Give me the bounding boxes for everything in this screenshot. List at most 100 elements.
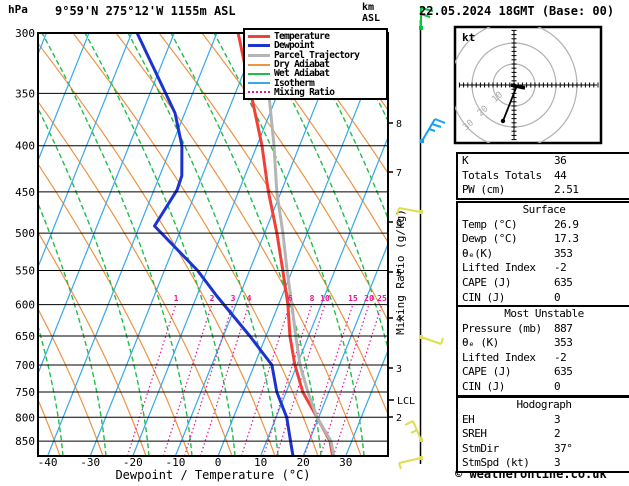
row-value: -2	[554, 350, 567, 364]
row-value: 0	[554, 379, 561, 393]
pressure-tick-label: 650	[15, 330, 35, 343]
mixing-ratio-axis-title: Mixing Ratio (g/kg)	[394, 209, 407, 335]
pressure-tick-label: 450	[15, 186, 35, 199]
isotherm-line	[89, 33, 260, 456]
pressure-tick-label: 300	[15, 27, 35, 40]
row-label: K	[462, 154, 469, 167]
station-title: 9°59'N 275°12'W 1155m ASL	[55, 4, 236, 18]
wind-barb	[404, 420, 414, 426]
row-value: 887	[554, 321, 573, 335]
legend-line-sample	[248, 91, 270, 94]
mixing-ratio-label: 20	[364, 294, 374, 303]
legend-item: Mixing Ratio	[248, 87, 384, 98]
row-value: 17.3	[554, 232, 579, 246]
legend-line-sample	[248, 82, 270, 85]
temp-tick-label: -30	[80, 456, 100, 469]
pressure-unit-label: hPa	[8, 3, 28, 16]
row-label: CIN (J)	[462, 379, 505, 393]
isotherm-line	[0, 33, 4, 456]
table-row: PW (cm) 2.51	[458, 183, 629, 198]
indices-table: K 36 Totals Totals 44 PW (cm) 2.51	[456, 152, 629, 200]
table-header: Most Unstable	[504, 307, 584, 320]
legend-line-sample	[248, 35, 270, 39]
row-value: 635	[554, 275, 573, 289]
temp-tick-label: 30	[339, 456, 352, 469]
datetime-label: 22.05.2024 18GMT (Base: 00)	[419, 4, 615, 18]
mixing-ratio-label: 4	[247, 294, 252, 303]
row-label: CAPE (J)	[462, 275, 511, 289]
pressure-tick-label: 500	[15, 227, 35, 240]
table-row: EH 3	[458, 413, 629, 428]
legend-line-sample	[248, 44, 270, 48]
table-row: StmDir 37°	[458, 442, 629, 457]
most-unstable-table: Most Unstable Pressure (mb) 887 θₑ (K) 353 L…	[456, 305, 629, 397]
legend-line-sample	[248, 63, 270, 66]
mixing-ratio-line	[126, 303, 177, 456]
table-row: CIN (J) 0	[458, 291, 629, 306]
temp-tick-label: -40	[38, 456, 58, 469]
wet-adiabat-line	[41, 33, 193, 456]
km-tick-label: 3	[396, 364, 402, 375]
table-row: SREH 2	[458, 427, 629, 442]
row-label: CIN (J)	[462, 290, 505, 304]
wind-barb-dot	[419, 438, 423, 442]
asl-label: ASL	[362, 13, 381, 24]
table-row: Dewp (°C) 17.3	[458, 232, 629, 247]
table-row: CIN (J) 0	[458, 380, 629, 395]
wind-barb	[420, 336, 442, 345]
table-row: Lifted Index -2	[458, 351, 629, 366]
table-row: CAPE (J) 635	[458, 276, 629, 291]
row-label: Temp (°C)	[462, 217, 518, 231]
row-label: Lifted Index	[462, 261, 536, 275]
wind-barb-dot	[419, 335, 423, 339]
row-value: 353	[554, 246, 573, 260]
mixing-ratio-label: 25	[377, 294, 387, 303]
km-asl-axis-title: km ASL	[362, 2, 380, 24]
legend-item: Temperature	[248, 31, 384, 42]
surface-table: Surface Temp (°C) 26.9 Dewp (°C) 17.3 θₑ(K) 3…	[456, 201, 629, 308]
row-value: 0	[554, 290, 561, 304]
row-label: Totals Totals	[462, 168, 542, 182]
table-row: θₑ(K) 353	[458, 247, 629, 262]
row-value: 353	[554, 336, 573, 350]
wind-barb	[440, 337, 444, 345]
mixing-ratio-label: 2	[210, 294, 215, 303]
table-header: Surface	[522, 203, 566, 216]
mixing-ratio-label: 15	[348, 294, 358, 303]
x-axis-title: Dewpoint / Temperature (°C)	[115, 468, 310, 482]
km-label: km	[362, 2, 375, 13]
hodograph-origin-dot	[511, 83, 517, 88]
pressure-tick-label: 550	[15, 264, 35, 277]
isotherm-line	[47, 33, 218, 456]
row-value: 635	[554, 365, 573, 379]
table-row: Totals Totals 44	[458, 169, 629, 184]
hodograph-trace-endpoint	[500, 118, 506, 124]
wind-barb	[434, 118, 446, 124]
mixing-ratio-label: 10	[320, 294, 330, 303]
row-value: -2	[554, 261, 567, 275]
row-value: 2.51	[554, 183, 579, 197]
wind-barb-dot	[419, 456, 423, 460]
mixing-ratio-line	[162, 303, 213, 456]
row-label: CAPE (J)	[462, 365, 511, 379]
legend-line-sample	[248, 72, 270, 75]
mixing-ratio-label: 1	[174, 294, 179, 303]
km-tick-label: 2	[396, 413, 402, 424]
table-row: θₑ (K) 353	[458, 336, 629, 351]
pressure-tick-label: 600	[15, 299, 35, 312]
dry-adiabat-line	[38, 42, 276, 456]
legend-item: Wet Adiabat	[248, 68, 384, 79]
mixing-ratio-label: 6	[288, 294, 293, 303]
row-label: EH	[462, 412, 475, 426]
mixing-ratio-line	[183, 303, 234, 456]
row-label: StmDir	[462, 441, 499, 455]
legend-line-sample	[248, 53, 270, 57]
row-value: 44	[554, 168, 567, 182]
row-label: Dewp (°C)	[462, 232, 518, 246]
pressure-tick-label: 750	[15, 386, 35, 399]
table-row: Temp (°C) 26.9	[458, 218, 629, 233]
mixing-ratio-label: 8	[310, 294, 315, 303]
row-label: SREH	[462, 427, 487, 441]
wind-barb	[398, 457, 422, 464]
wind-barb-dot	[419, 210, 423, 214]
